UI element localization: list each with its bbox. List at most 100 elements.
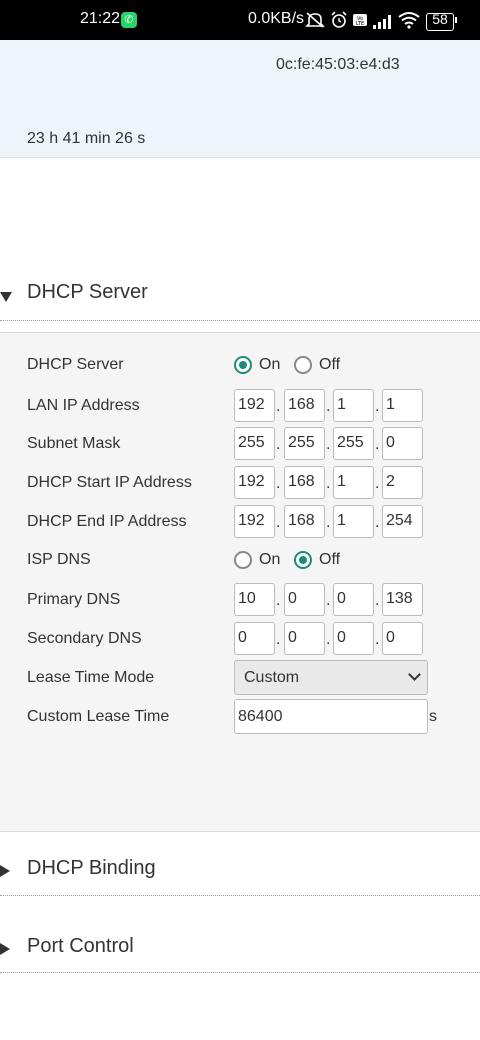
volte-icon: Vo LTE — [352, 11, 368, 29]
divider — [0, 320, 480, 321]
section-header-port-control[interactable]: Port Control — [0, 930, 480, 970]
ip-octet-field[interactable]: 138 — [382, 583, 423, 616]
lan-ip-label: LAN IP Address — [27, 397, 140, 414]
svg-text:LTE: LTE — [356, 21, 364, 27]
section-header-dhcp-binding[interactable]: DHCP Binding — [0, 852, 480, 892]
ip-octet-field[interactable]: 192 — [234, 466, 275, 499]
ip-separator: . — [326, 398, 331, 415]
ip-separator: . — [326, 631, 331, 648]
end-ip-label: DHCP End IP Address — [27, 513, 187, 530]
section-header-dhcp-server[interactable]: DHCP Server — [0, 276, 480, 316]
divider — [0, 895, 480, 896]
signal-icon — [372, 13, 394, 31]
row-lan-ip: LAN IP Address 192 . 168 . 1 . 1 — [0, 388, 480, 424]
radio-checked[interactable] — [294, 551, 312, 569]
row-isp-dns: ISP DNS On Off — [0, 542, 480, 578]
ip-octet-field[interactable]: 255 — [284, 427, 325, 460]
lease-time-mode-label: Lease Time Mode — [27, 669, 155, 686]
ip-octet-field[interactable]: 0 — [284, 583, 325, 616]
row-secondary-dns: Secondary DNS 0 . 0 . 0 . 0 — [0, 621, 480, 657]
ip-separator: . — [375, 398, 380, 415]
ip-separator: . — [326, 475, 331, 492]
ip-separator: . — [326, 514, 331, 531]
ip-octet-field[interactable]: 0 — [382, 622, 423, 655]
network-speed: 0.0KB/s — [248, 10, 305, 27]
status-bar: 21:22 ✆ 0.0KB/s Vo LTE 58 — [0, 0, 480, 40]
wifi-icon — [398, 11, 420, 29]
custom-lease-time-field[interactable]: 86400 — [234, 699, 428, 734]
row-lease-time-mode: Lease Time Mode Custom — [0, 660, 480, 696]
ip-octet-field[interactable]: 168 — [284, 466, 325, 499]
ip-octet-field[interactable]: 168 — [284, 389, 325, 422]
ip-octet-field[interactable]: 192 — [234, 505, 275, 538]
mute-icon — [305, 11, 325, 29]
ip-separator: . — [276, 475, 281, 492]
battery-icon: 58 — [426, 12, 457, 31]
ip-octet-field[interactable]: 168 — [284, 505, 325, 538]
section-title: DHCP Binding — [27, 857, 156, 879]
primary-dns-label: Primary DNS — [27, 591, 121, 608]
ip-separator: . — [375, 475, 380, 492]
radio-label-on: On — [259, 356, 281, 373]
ip-separator: . — [375, 631, 380, 648]
ip-separator: . — [276, 514, 281, 531]
radio-checked[interactable] — [234, 356, 252, 374]
ip-separator: . — [375, 514, 380, 531]
collapsed-triangle-icon — [0, 943, 10, 955]
select-value: Custom — [244, 669, 300, 686]
ip-octet-field[interactable]: 10 — [234, 583, 275, 616]
ip-separator: . — [276, 631, 281, 648]
uptime: 23 h 41 min 26 s — [27, 130, 146, 147]
secondary-dns-label: Secondary DNS — [27, 630, 142, 647]
ip-separator: . — [276, 398, 281, 415]
ip-separator: . — [326, 592, 331, 609]
subnet-mask-label: Subnet Mask — [27, 435, 121, 452]
row-primary-dns: Primary DNS 10 . 0 . 0 . 138 — [0, 582, 480, 618]
start-ip-label: DHCP Start IP Address — [27, 474, 192, 491]
ip-octet-field[interactable]: 0 — [234, 622, 275, 655]
custom-lease-time-label: Custom Lease Time — [27, 708, 170, 725]
ip-octet-field[interactable]: 1 — [333, 389, 374, 422]
row-dhcp-server: DHCP Server On Off — [0, 347, 480, 383]
ip-octet-field[interactable]: 0 — [333, 583, 374, 616]
radio-unchecked[interactable] — [234, 551, 252, 569]
ip-octet-field[interactable]: 0 — [382, 427, 423, 460]
ip-octet-field[interactable]: 254 — [382, 505, 423, 538]
alarm-icon — [330, 11, 348, 29]
ip-separator: . — [375, 436, 380, 453]
mac-address: 0c:fe:45:03:e4:d3 — [276, 56, 400, 73]
ip-octet-field[interactable]: 0 — [284, 622, 325, 655]
dhcp-server-form: DHCP Server On Off LAN IP Address 192 . … — [0, 332, 480, 832]
ip-separator: . — [375, 592, 380, 609]
status-time: 21:22 — [80, 10, 121, 27]
ip-separator: . — [276, 436, 281, 453]
ip-octet-field[interactable]: 192 — [234, 389, 275, 422]
radio-label-on: On — [259, 551, 281, 568]
row-custom-lease-time: Custom Lease Time 86400 s — [0, 699, 480, 735]
ip-separator: . — [276, 592, 281, 609]
ip-octet-field[interactable]: 1 — [333, 466, 374, 499]
expanded-triangle-icon — [0, 292, 12, 302]
ip-octet-field[interactable]: 0 — [333, 622, 374, 655]
lease-time-mode-select[interactable]: Custom — [234, 660, 428, 695]
ip-octet-field[interactable]: 1 — [382, 389, 423, 422]
row-end-ip: DHCP End IP Address 192 . 168 . 1 . 254 — [0, 504, 480, 540]
row-start-ip: DHCP Start IP Address 192 . 168 . 1 . 2 — [0, 465, 480, 501]
section-title: Port Control — [27, 935, 134, 957]
ip-octet-field[interactable]: 1 — [333, 505, 374, 538]
ip-octet-field[interactable]: 2 — [382, 466, 423, 499]
radio-label-off: Off — [319, 356, 341, 373]
collapsed-triangle-icon — [0, 865, 10, 877]
divider — [0, 972, 480, 973]
lease-time-unit: s — [429, 708, 437, 725]
section-title: DHCP Server — [27, 281, 148, 303]
radio-unchecked[interactable] — [294, 356, 312, 374]
whatsapp-icon: ✆ — [121, 12, 137, 28]
radio-label-off: Off — [319, 551, 341, 568]
device-info-panel: 0c:fe:45:03:e4:d3 23 h 41 min 26 s — [0, 40, 480, 158]
row-subnet-mask: Subnet Mask 255 . 255 . 255 . 0 — [0, 426, 480, 462]
ip-separator: . — [326, 436, 331, 453]
chevron-down-icon — [408, 668, 421, 681]
ip-octet-field[interactable]: 255 — [234, 427, 275, 460]
ip-octet-field[interactable]: 255 — [333, 427, 374, 460]
